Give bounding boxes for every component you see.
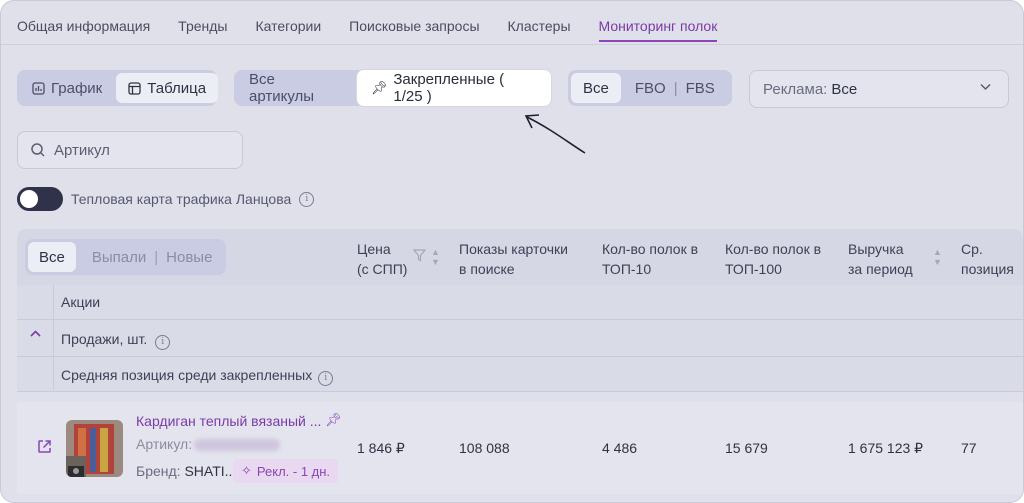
- pin-icon: 📌︎: [370, 80, 388, 95]
- info-icon[interactable]: i: [318, 370, 334, 386]
- tab-trends[interactable]: Тренды: [178, 18, 227, 42]
- tab-shelf-monitoring[interactable]: Мониторинг полок: [598, 18, 718, 42]
- column-price-line2: (с СПП): [357, 261, 408, 277]
- view-toggle: График Таблица: [17, 70, 219, 106]
- column-price[interactable]: Цена (с СПП): [357, 239, 407, 279]
- tab-general-info[interactable]: Общая информация: [17, 18, 150, 42]
- fulfillment-fbs-button[interactable]: FBS: [678, 73, 723, 103]
- tabs-divider: [1, 44, 1023, 45]
- group-sales-label: Продажи, шт.: [61, 331, 148, 347]
- group-sales: Продажи, шт. i: [61, 331, 171, 350]
- row-filter-new-button[interactable]: Новые: [158, 242, 226, 272]
- pointer-arrow-icon: [524, 114, 586, 154]
- chart-view-button[interactable]: График: [20, 73, 114, 103]
- product-brand-label: Бренд:: [136, 463, 181, 479]
- divider: [17, 319, 1023, 320]
- column-top10-line2: ТОП-10: [602, 261, 652, 277]
- ad-badge-label: Рекл. - 1 дн.: [256, 463, 331, 479]
- external-link-icon[interactable]: [37, 439, 52, 459]
- blurred-article-value: [194, 439, 281, 452]
- table-view-button[interactable]: Таблица: [116, 73, 219, 103]
- cell-impressions: 108 088: [459, 440, 510, 456]
- divider: [53, 285, 54, 390]
- table-icon: [128, 81, 141, 95]
- ads-select-value: Все: [831, 80, 858, 98]
- ads-select-label: Реклама:: [763, 80, 828, 98]
- tab-categories[interactable]: Категории: [255, 18, 321, 42]
- cell-top100: 15 679: [725, 440, 768, 456]
- row-filter-all-button[interactable]: Все: [28, 242, 76, 272]
- column-impressions[interactable]: Показы карточки в поиске: [459, 239, 568, 279]
- cell-revenue: 1 675 123 ₽: [848, 440, 924, 456]
- heatmap-toggle-label: Тепловая карта трафика Ланцова: [71, 191, 292, 207]
- pinned-articles-label: Закрепленные ( 1/25 ): [393, 71, 505, 105]
- product-thumbnail[interactable]: [66, 420, 123, 477]
- column-top100[interactable]: Кол-во полок в ТОП-100: [725, 239, 821, 279]
- product-article: Артикул:: [136, 436, 281, 452]
- search-icon: [31, 143, 45, 157]
- cell-price: 1 846 ₽: [357, 440, 405, 456]
- pinned-articles-button[interactable]: 📌︎ Закрепленные ( 1/25 ): [356, 70, 551, 106]
- heatmap-toggle-row: Тепловая карта трафика Ланцова i: [17, 187, 315, 211]
- table-view-label: Таблица: [147, 79, 207, 97]
- chart-icon: [32, 81, 45, 95]
- product-name-link[interactable]: Кардиган теплый вязаный ...: [136, 413, 321, 429]
- info-icon[interactable]: i: [155, 334, 171, 350]
- group-promos: Акции: [61, 294, 101, 310]
- chart-view-label: График: [51, 79, 103, 97]
- article-search[interactable]: Артикул: [17, 131, 243, 169]
- product-article-label: Артикул:: [136, 436, 193, 452]
- toggle-knob: [20, 190, 38, 208]
- tab-clusters[interactable]: Кластеры: [508, 18, 571, 42]
- group-avg-position: Средняя позиция среди закрепленных i: [61, 367, 334, 386]
- divider: [17, 356, 1023, 357]
- ads-select[interactable]: Реклама: Все: [749, 70, 1009, 108]
- row-filter-dropped-button[interactable]: Выпали: [76, 242, 154, 272]
- column-top10-line1: Кол-во полок в: [602, 241, 699, 257]
- app-frame: Общая информация Тренды Категории Поиско…: [0, 0, 1024, 503]
- column-price-line1: Цена: [357, 241, 391, 257]
- top-tabs: Общая информация Тренды Категории Поиско…: [17, 18, 745, 42]
- divider: [17, 391, 1023, 392]
- fulfillment-fbo-button[interactable]: FBO: [621, 73, 674, 103]
- cell-top10: 4 486: [602, 440, 638, 456]
- column-revenue[interactable]: Выручка за период: [848, 239, 913, 279]
- product-brand-value: SHATI...: [184, 463, 237, 479]
- sort-arrows-icon[interactable]: ▲ ▼: [933, 247, 942, 267]
- column-top100-line2: ТОП-100: [725, 261, 782, 277]
- sort-arrows-icon[interactable]: ▲ ▼: [431, 247, 440, 267]
- product-brand: Бренд: SHATI...: [136, 463, 236, 479]
- column-top10[interactable]: Кол-во полок в ТОП-10: [602, 239, 698, 279]
- all-articles-button[interactable]: Все артикулы: [237, 71, 351, 105]
- sparkle-icon: ✧: [241, 463, 252, 478]
- group-avg-position-label: Средняя позиция среди закрепленных: [61, 367, 313, 383]
- column-avg-position-line2: позиция: [961, 261, 1014, 277]
- column-impressions-line2: в поиске: [459, 261, 515, 277]
- column-top100-line1: Кол-во полок в: [725, 241, 822, 257]
- pin-icon[interactable]: 📌︎: [325, 412, 342, 428]
- info-icon[interactable]: i: [299, 191, 315, 207]
- cell-avg-position: 77: [961, 440, 977, 456]
- chevron-up-icon[interactable]: [29, 327, 42, 343]
- ad-badge: ✧ Рекл. - 1 дн.: [233, 459, 339, 483]
- heatmap-toggle[interactable]: [17, 187, 63, 211]
- fulfillment-all-button[interactable]: Все: [571, 73, 621, 103]
- filter-icon[interactable]: [413, 249, 426, 262]
- column-avg-position[interactable]: Ср. позиция: [961, 239, 1014, 279]
- article-filter: Все артикулы 📌︎ Закрепленные ( 1/25 ): [234, 70, 551, 106]
- row-filter: Все Выпали | Новые: [25, 239, 227, 275]
- search-input[interactable]: Артикул: [54, 142, 110, 159]
- column-revenue-line1: Выручка: [848, 241, 904, 257]
- column-revenue-line2: за период: [848, 261, 913, 277]
- column-avg-position-line1: Ср.: [961, 241, 983, 257]
- column-impressions-line1: Показы карточки: [459, 241, 568, 257]
- fulfillment-filter: Все FBO | FBS: [568, 70, 732, 106]
- chevron-down-icon: [979, 80, 992, 96]
- tab-search-queries[interactable]: Поисковые запросы: [349, 18, 479, 42]
